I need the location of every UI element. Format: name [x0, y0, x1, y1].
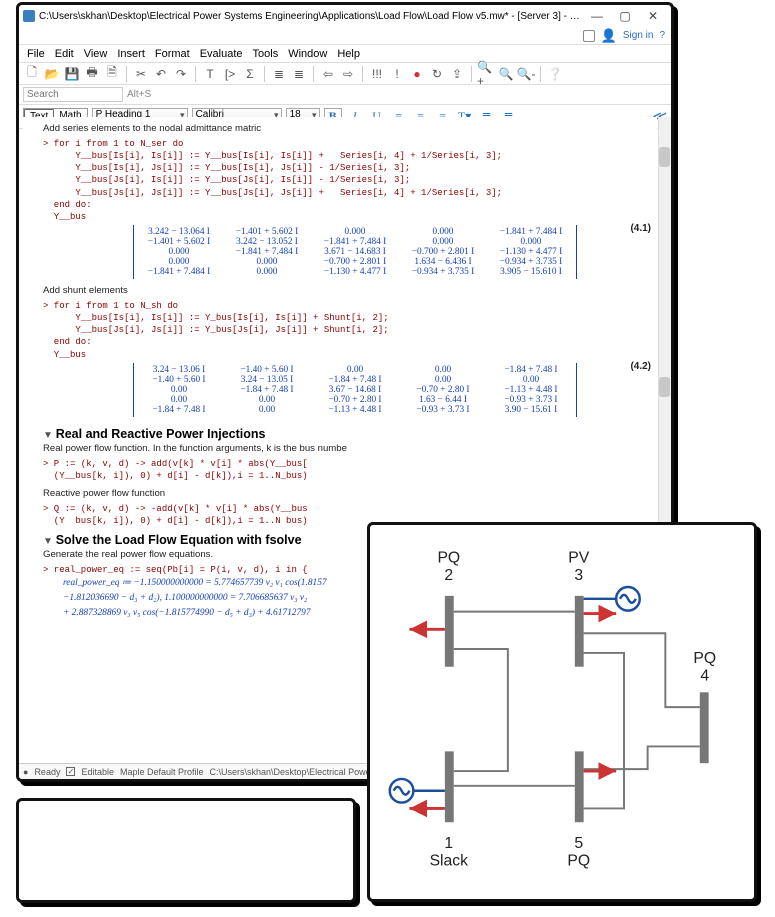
- open-icon[interactable]: 📂: [43, 65, 61, 83]
- text-line: Add series elements to the nodal admitta…: [43, 123, 627, 134]
- exec-all-icon[interactable]: !!!: [368, 65, 386, 83]
- text-line: Add shunt elements: [43, 285, 627, 296]
- menu-evaluate[interactable]: Evaluate: [196, 47, 247, 61]
- separator: [362, 66, 363, 82]
- text-line: Real power flow function. In the functio…: [43, 443, 627, 454]
- menu-edit[interactable]: Edit: [51, 47, 78, 61]
- svg-text:4: 4: [700, 668, 709, 685]
- print-icon[interactable]: 🖶: [83, 65, 101, 83]
- svg-text:PQ: PQ: [437, 549, 460, 566]
- preview-icon[interactable]: 🗎: [103, 65, 121, 83]
- signin-link[interactable]: Sign in: [623, 30, 654, 41]
- indent-right-icon[interactable]: ≣: [290, 65, 308, 83]
- svg-text:PV: PV: [568, 549, 589, 566]
- status-ready: Ready: [34, 767, 60, 777]
- signin-help-icon[interactable]: ?: [659, 30, 665, 41]
- maximize-button[interactable]: ▢: [611, 7, 639, 25]
- insert-text-icon[interactable]: T: [201, 65, 219, 83]
- zoom-fit-icon[interactable]: 🔍-: [517, 65, 535, 83]
- stop-icon[interactable]: ●: [408, 65, 426, 83]
- menu-format[interactable]: Format: [151, 47, 194, 61]
- close-button[interactable]: ✕: [639, 7, 667, 25]
- search-row: Alt+S: [19, 85, 671, 105]
- menu-insert[interactable]: Insert: [113, 47, 149, 61]
- editable-checkbox[interactable]: ✓: [66, 767, 75, 776]
- scrollbar-thumb[interactable]: [659, 147, 670, 167]
- circuit-diagram: PQ2 PV3 PQ4 1Slack 5PQ: [367, 522, 757, 902]
- code-block[interactable]: > for i from 1 to N_sh do Y__bus[Is[i], …: [43, 300, 627, 361]
- menu-file[interactable]: File: [23, 47, 49, 61]
- exec-icon[interactable]: !: [388, 65, 406, 83]
- indent-left-icon[interactable]: ≣: [270, 65, 288, 83]
- app-icon: [23, 10, 35, 22]
- svg-text:PQ: PQ: [693, 650, 716, 667]
- menu-view[interactable]: View: [80, 47, 112, 61]
- svg-text:Slack: Slack: [430, 853, 469, 870]
- search-hint: Alt+S: [127, 89, 151, 100]
- menu-window[interactable]: Window: [284, 47, 331, 61]
- signin-row: 👤 Sign in ?: [19, 27, 671, 45]
- menubar: File Edit View Insert Format Evaluate To…: [19, 45, 671, 63]
- back-icon[interactable]: ⇦: [319, 65, 337, 83]
- separator: [540, 66, 541, 82]
- main-toolbar: 🗋 📂 💾 🖶 🗎 ✂ ↶ ↷ T [> Σ ≣ ≣ ⇦ ⇨ !!! ! ● ↻…: [19, 63, 671, 85]
- equation-number: (4.2): [630, 361, 651, 372]
- svg-text:1: 1: [444, 835, 453, 852]
- window-title: C:\Users\skhan\Desktop\Electrical Power …: [39, 11, 583, 22]
- code-block[interactable]: > for i from 1 to N_ser do Y__bus[Is[i],…: [43, 138, 627, 223]
- redo-icon[interactable]: ↷: [172, 65, 190, 83]
- scrollbar-thumb[interactable]: [659, 377, 670, 397]
- separator: [195, 66, 196, 82]
- insert-prompt-icon[interactable]: [>: [221, 65, 239, 83]
- search-input[interactable]: [23, 87, 123, 102]
- notification-icon[interactable]: [583, 30, 595, 42]
- separator: [126, 66, 127, 82]
- equation-number: (4.1): [630, 223, 651, 234]
- new-doc-icon[interactable]: 🗋: [23, 65, 41, 83]
- save-icon[interactable]: 💾: [63, 65, 81, 83]
- svg-text:2: 2: [444, 567, 453, 584]
- titlebar: C:\Users\skhan\Desktop\Electrical Power …: [19, 5, 671, 27]
- zoom-out-icon[interactable]: 🔍: [497, 65, 515, 83]
- bottom-card: [16, 798, 356, 903]
- svg-text:PQ: PQ: [567, 853, 590, 870]
- share-icon[interactable]: ⇪: [448, 65, 466, 83]
- status-profile: Maple Default Profile: [120, 767, 204, 777]
- cut-icon[interactable]: ✂: [132, 65, 150, 83]
- separator: [471, 66, 472, 82]
- zoom-in-icon[interactable]: 🔍+: [477, 65, 495, 83]
- user-icon: 👤: [601, 28, 617, 44]
- svg-text:5: 5: [574, 835, 583, 852]
- separator: [313, 66, 314, 82]
- matrix-output: 3.242 − 13.064 I−1.401 + 5.602 I0.0000.0…: [133, 225, 577, 279]
- status-editable: Editable: [81, 767, 114, 777]
- menu-help[interactable]: Help: [333, 47, 364, 61]
- matrix-output: 3.24 − 13.06 I−1.40 + 5.60 I0.000.00−1.8…: [133, 363, 577, 417]
- refresh-icon[interactable]: ↻: [428, 65, 446, 83]
- svg-text:3: 3: [574, 567, 583, 584]
- forward-icon[interactable]: ⇨: [339, 65, 357, 83]
- status-dot: ●: [23, 767, 28, 777]
- undo-icon[interactable]: ↶: [152, 65, 170, 83]
- separator: [264, 66, 265, 82]
- minimize-button[interactable]: —: [583, 7, 611, 25]
- code-block[interactable]: > P := (k, v, d) -> add(v[k] * v[i] * ab…: [43, 458, 627, 482]
- insert-sigma-icon[interactable]: Σ: [241, 65, 259, 83]
- menu-tools[interactable]: Tools: [249, 47, 283, 61]
- help-icon[interactable]: ❔: [546, 65, 564, 83]
- section-heading[interactable]: Real and Reactive Power Injections: [43, 427, 627, 441]
- text-line: Reactive power flow function: [43, 488, 627, 499]
